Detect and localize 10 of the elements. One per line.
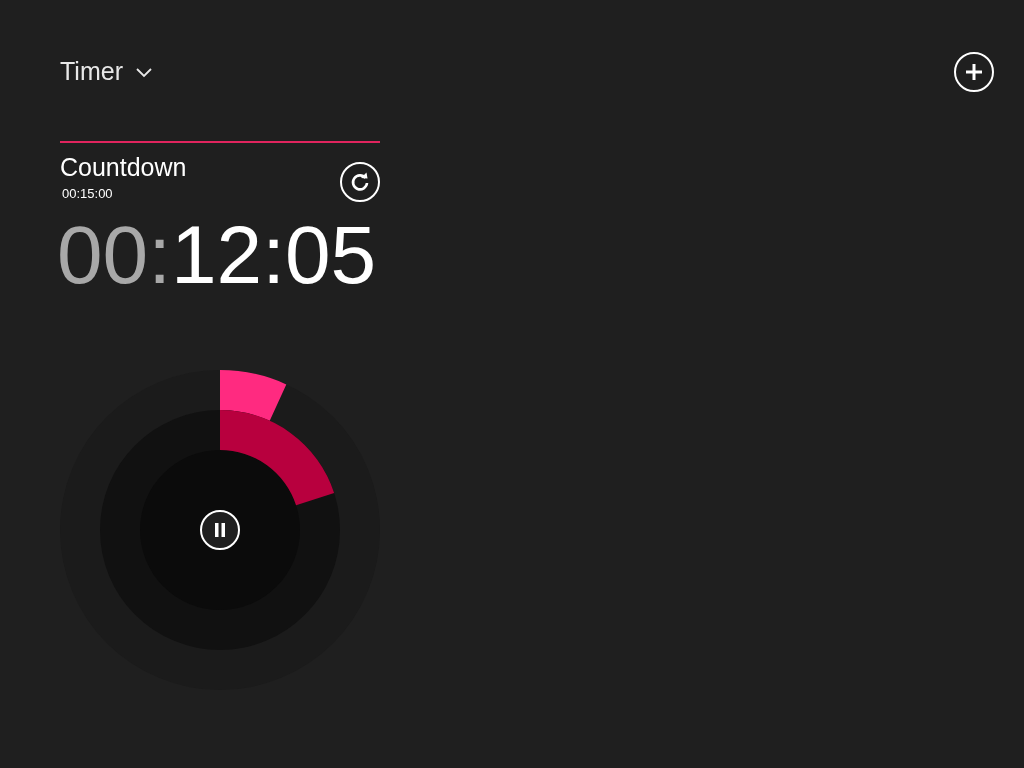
pause-icon: [214, 523, 226, 537]
add-button[interactable]: [954, 52, 994, 92]
timer-duration: 00:15:00: [62, 185, 114, 203]
plus-icon: [964, 62, 984, 82]
reset-button[interactable]: [340, 162, 380, 202]
chevron-down-icon: [134, 66, 153, 78]
remaining-time: 00:12:05: [57, 209, 378, 300]
timer-dropdown[interactable]: Timer: [60, 53, 153, 91]
timer-name: Countdown: [60, 152, 187, 182]
refresh-icon: [349, 171, 371, 193]
